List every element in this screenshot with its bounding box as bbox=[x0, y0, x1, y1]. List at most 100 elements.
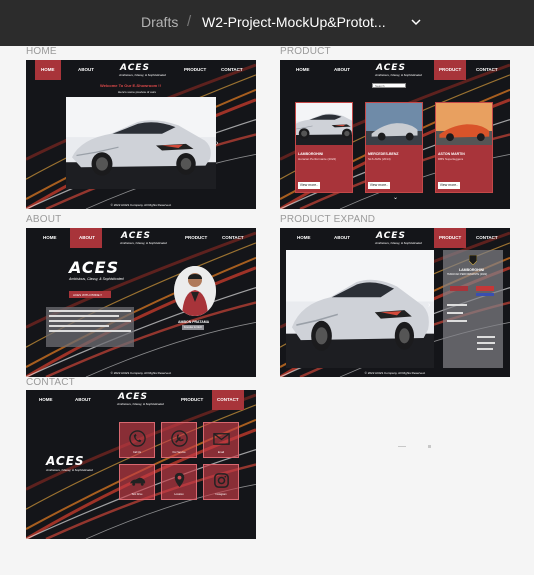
contact-email[interactable]: Email bbox=[203, 422, 239, 458]
welcome-heading: Welcome To Our E-Showroom !! bbox=[100, 83, 161, 88]
frame-label-about[interactable]: ABOUT bbox=[26, 214, 61, 225]
nav-product[interactable]: PRODUCT bbox=[439, 67, 461, 72]
footer-copyright: © 2022 ACES Company. All Rights Reserved… bbox=[110, 203, 172, 207]
tagline: Ambisious, Classy, & Sophisticated bbox=[375, 73, 422, 77]
top-bar: Drafts / W2-Project-MockUp&Protot... bbox=[0, 0, 534, 46]
nav-contact[interactable]: CONTACT bbox=[221, 67, 243, 72]
color-option-red[interactable] bbox=[450, 286, 468, 291]
nav-product[interactable]: PRODUCT bbox=[185, 235, 207, 240]
color-option-blue[interactable] bbox=[476, 293, 494, 296]
tagline: Ambisious, Classy, & Sophisticated bbox=[375, 241, 422, 245]
hero-tagline: Ambisious, Classy, & Sophisticated bbox=[46, 468, 93, 472]
breadcrumb-separator: / bbox=[187, 13, 192, 30]
nav-home[interactable]: HOME bbox=[41, 67, 55, 72]
about-description-box bbox=[46, 307, 134, 347]
founder-role-badge: Founder & CEO bbox=[182, 325, 204, 330]
product-name: ASTON MARTIN bbox=[438, 152, 465, 156]
founder-photo bbox=[174, 266, 216, 316]
instagram-icon bbox=[214, 473, 229, 488]
logo[interactable]: ACES bbox=[121, 231, 151, 241]
product-card[interactable]: ASTON MARTIN DBS Superleggera View more.… bbox=[435, 102, 493, 193]
nav-contact[interactable]: CONTACT bbox=[217, 397, 239, 402]
nav-home[interactable]: HOME bbox=[39, 397, 53, 402]
frame-contact[interactable]: HOME ABOUT PRODUCT CONTACT ACES Ambisiou… bbox=[26, 390, 256, 539]
view-more-button[interactable]: View more.. bbox=[438, 182, 460, 189]
cta-badge[interactable]: ACES WITH PRIDE !! bbox=[69, 291, 111, 298]
hero-logo: ACES bbox=[69, 258, 120, 277]
nav-about[interactable]: ABOUT bbox=[79, 235, 95, 240]
car-image bbox=[66, 97, 216, 189]
contact-location[interactable]: Location bbox=[161, 464, 197, 500]
file-name[interactable]: W2-Project-MockUp&Protot... bbox=[202, 14, 386, 30]
contact-service[interactable]: Our Service bbox=[161, 422, 197, 458]
contact-test-drive[interactable]: Test Drive bbox=[119, 464, 155, 500]
logo[interactable]: ACES bbox=[118, 392, 148, 402]
frame-about[interactable]: HOME ABOUT PRODUCT CONTACT ACES Ambisiou… bbox=[26, 228, 256, 377]
detail-title: LAMBORGHINI bbox=[459, 268, 485, 272]
nav-about[interactable]: ABOUT bbox=[334, 235, 350, 240]
product-detail-panel: LAMBORGHINI HURACAN PERFORMANTE (2022) bbox=[443, 250, 503, 368]
nav-about[interactable]: ABOUT bbox=[75, 397, 91, 402]
nav-contact[interactable]: CONTACT bbox=[476, 67, 498, 72]
nav-about[interactable]: ABOUT bbox=[78, 67, 94, 72]
nav-product[interactable]: PRODUCT bbox=[439, 235, 461, 240]
logo[interactable]: ACES bbox=[376, 231, 406, 241]
tagline: Ambisious, Classy, & Sophisticated bbox=[117, 402, 164, 406]
nav-about[interactable]: ABOUT bbox=[334, 67, 350, 72]
welcome-subtitle: Here's some preview of ours bbox=[118, 90, 156, 94]
product-subtitle: DBS Superleggera bbox=[438, 157, 464, 161]
light-streaks-background bbox=[26, 228, 256, 377]
product-image bbox=[436, 103, 492, 145]
mail-icon bbox=[213, 433, 230, 445]
founder-name: AMBON PRATAMA bbox=[178, 320, 210, 324]
product-subtitle: SLS AMG (2014) bbox=[368, 157, 391, 161]
car-image bbox=[286, 250, 434, 368]
logo[interactable]: ACES bbox=[120, 63, 150, 73]
hero-logo: ACES bbox=[46, 454, 85, 468]
product-name: LAMBORGHINI bbox=[298, 152, 324, 156]
view-more-button[interactable]: View more.. bbox=[368, 182, 390, 189]
color-option-red-alt[interactable] bbox=[476, 286, 494, 291]
detail-subtitle: HURACAN PERFORMANTE (2022) bbox=[447, 273, 488, 276]
frame-label-contact[interactable]: CONTACT bbox=[26, 377, 75, 388]
product-image bbox=[366, 103, 422, 145]
frame-home[interactable]: HOME ABOUT PRODUCT CONTACT ACES Ambisiou… bbox=[26, 60, 256, 209]
frame-product-expand[interactable]: HOME ABOUT PRODUCT CONTACT ACES Ambisiou… bbox=[280, 228, 510, 377]
hero-tagline: Ambisious, Classy, & Sophisticated bbox=[69, 277, 124, 281]
frame-label-home[interactable]: HOME bbox=[26, 46, 57, 57]
view-more-button[interactable]: View more.. bbox=[298, 182, 320, 189]
product-card[interactable]: MERCEDES-BENZ SLS AMG (2014) View more.. bbox=[365, 102, 423, 193]
search-input[interactable]: Search bbox=[372, 83, 406, 88]
next-arrow-icon[interactable]: › bbox=[428, 302, 430, 309]
lamborghini-badge-icon bbox=[469, 255, 477, 265]
next-arrow-icon[interactable]: › bbox=[216, 140, 218, 147]
chevron-down-icon[interactable] bbox=[410, 17, 422, 27]
footer-copyright: © 2022 ACES Company. All Rights Reserved… bbox=[110, 371, 172, 375]
scroll-down-icon[interactable]: ⌄ bbox=[393, 194, 398, 201]
logo[interactable]: ACES bbox=[376, 63, 406, 73]
contact-instagram[interactable]: Instagram bbox=[203, 464, 239, 500]
service-icon bbox=[171, 430, 188, 447]
tagline: Ambisious, Classy, & Sophisticated bbox=[120, 241, 167, 245]
tagline: Ambisious, Classy, & Sophisticated bbox=[119, 73, 166, 77]
product-subtitle: Huracan Performante (2022) bbox=[298, 157, 337, 161]
nav-home[interactable]: HOME bbox=[297, 235, 311, 240]
nav-product[interactable]: PRODUCT bbox=[184, 67, 206, 72]
canvas-placeholder-marks bbox=[398, 445, 431, 448]
frame-product[interactable]: HOME ABOUT PRODUCT CONTACT ACES Ambisiou… bbox=[280, 60, 510, 209]
nav-product[interactable]: PRODUCT bbox=[181, 397, 203, 402]
frame-label-product[interactable]: PRODUCT bbox=[280, 46, 331, 57]
product-card[interactable]: LAMBORGHINI Huracan Performante (2022) V… bbox=[295, 102, 353, 193]
breadcrumb-drafts[interactable]: Drafts bbox=[141, 14, 178, 30]
nav-home[interactable]: HOME bbox=[43, 235, 57, 240]
product-image bbox=[296, 103, 352, 145]
location-pin-icon bbox=[174, 472, 185, 488]
contact-call[interactable]: Call Us bbox=[119, 422, 155, 458]
car-icon bbox=[129, 477, 146, 486]
frame-label-product-expand[interactable]: PRODUCT EXPAND bbox=[280, 214, 375, 225]
footer-copyright: © 2022 ACES Company. All Rights Reserved… bbox=[364, 371, 426, 375]
phone-icon bbox=[129, 430, 146, 447]
nav-contact[interactable]: CONTACT bbox=[222, 235, 244, 240]
nav-contact[interactable]: CONTACT bbox=[476, 235, 498, 240]
nav-home[interactable]: HOME bbox=[296, 67, 310, 72]
